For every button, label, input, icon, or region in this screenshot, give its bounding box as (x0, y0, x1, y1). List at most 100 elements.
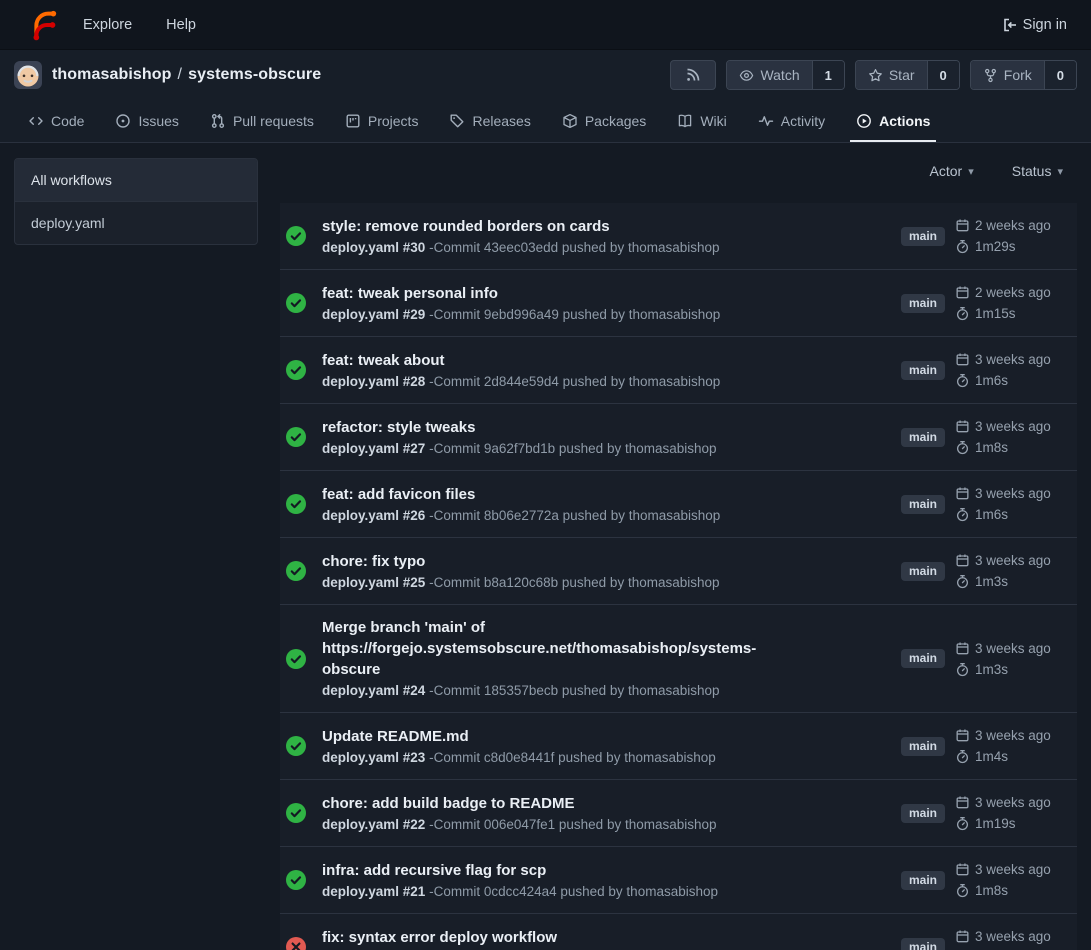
check-circle-icon (286, 736, 306, 756)
tab-label: Pull requests (233, 113, 314, 129)
run-row[interactable]: chore: add build badge to README deploy.… (280, 779, 1077, 846)
run-row[interactable]: feat: tweak about deploy.yaml #28 -Commi… (280, 336, 1077, 403)
run-meta: main 2 weeks ago 1m15s (901, 282, 1075, 324)
star-label: Star (889, 67, 915, 83)
run-title-link[interactable]: infra: add recursive flag for scp (322, 860, 792, 881)
run-title-link[interactable]: feat: tweak about (322, 350, 792, 371)
run-duration: 1m8s (975, 880, 1008, 901)
sidebar-item-deploy-yaml[interactable]: deploy.yaml (15, 201, 257, 244)
run-commit-info: -Commit 8b06e2772a pushed by thomasabish… (429, 508, 720, 523)
run-row[interactable]: infra: add recursive flag for scp deploy… (280, 846, 1077, 913)
run-list: style: remove rounded borders on cards d… (280, 203, 1077, 950)
run-meta: main 3 weeks ago 1m4s (901, 725, 1075, 767)
tab-wiki[interactable]: Wiki (669, 100, 734, 142)
nav-link-explore[interactable]: Explore (83, 17, 132, 33)
nav-link-help[interactable]: Help (166, 17, 196, 33)
run-title-link[interactable]: refactor: style tweaks (322, 417, 792, 438)
run-commit-info: -Commit 9a62f7bd1b pushed by thomasabish… (429, 441, 716, 456)
branch-badge[interactable]: main (901, 562, 945, 581)
tab-label: Issues (138, 113, 178, 129)
run-row[interactable]: refactor: style tweaks deploy.yaml #27 -… (280, 403, 1077, 470)
branch-badge[interactable]: main (901, 737, 945, 756)
star-count[interactable]: 0 (927, 61, 959, 89)
run-title-link[interactable]: feat: add favicon files (322, 484, 792, 505)
workflow-sidebar: All workflows deploy.yaml (14, 158, 258, 245)
run-date: 3 weeks ago (975, 859, 1051, 880)
chevron-down-icon: ▾ (968, 165, 974, 178)
run-date-line: 3 weeks ago (955, 550, 1075, 571)
tag-icon (449, 113, 465, 129)
run-main: feat: tweak personal info deploy.yaml #2… (322, 283, 885, 324)
run-title-link[interactable]: fix: syntax error deploy workflow (322, 927, 792, 948)
run-meta: main 3 weeks ago 1m6s (901, 483, 1075, 525)
tab-label: Releases (472, 113, 530, 129)
repo-name-link[interactable]: systems-obscure (188, 66, 321, 83)
branch-badge[interactable]: main (901, 361, 945, 380)
run-duration: 1m3s (975, 571, 1008, 592)
run-row[interactable]: feat: add favicon files deploy.yaml #26 … (280, 470, 1077, 537)
run-title-link[interactable]: feat: tweak personal info (322, 283, 792, 304)
fork-count[interactable]: 0 (1044, 61, 1076, 89)
watch-label-segment[interactable]: Watch (727, 61, 811, 89)
run-title-link[interactable]: chore: fix typo (322, 551, 792, 572)
run-row[interactable]: Merge branch 'main' of https://forgejo.s… (280, 604, 1077, 712)
run-duration: 1m29s (975, 236, 1016, 257)
calendar-icon (955, 486, 970, 501)
filter-row: Actor ▾ Status ▾ (280, 157, 1077, 179)
actor-filter-dropdown[interactable]: Actor ▾ (930, 163, 974, 179)
run-row[interactable]: fix: syntax error deploy workflow deploy… (280, 913, 1077, 950)
run-title-link[interactable]: style: remove rounded borders on cards (322, 216, 792, 237)
tab-code[interactable]: Code (20, 100, 92, 142)
branch-badge[interactable]: main (901, 428, 945, 447)
run-title-link[interactable]: chore: add build badge to README (322, 793, 792, 814)
run-subtitle: deploy.yaml #23 -Commit c8d0e8441f pushe… (322, 748, 885, 767)
run-title-link[interactable]: Merge branch 'main' of https://forgejo.s… (322, 617, 792, 680)
run-times: 2 weeks ago 1m15s (955, 282, 1075, 324)
tab-label: Projects (368, 113, 419, 129)
branch-badge[interactable]: main (901, 871, 945, 890)
run-duration: 1m15s (975, 303, 1016, 324)
fork-label-segment[interactable]: Fork (971, 61, 1044, 89)
run-row[interactable]: style: remove rounded borders on cards d… (280, 203, 1077, 269)
run-title-link[interactable]: Update README.md (322, 726, 792, 747)
branch-badge[interactable]: main (901, 227, 945, 246)
watch-button[interactable]: Watch 1 (726, 60, 844, 90)
run-meta: main 3 weeks ago 1m3s (901, 550, 1075, 592)
run-date: 3 weeks ago (975, 416, 1051, 437)
tab-actions[interactable]: Actions (848, 100, 938, 142)
watch-count[interactable]: 1 (812, 61, 844, 89)
run-workflow-number: deploy.yaml #25 (322, 575, 425, 590)
branch-badge[interactable]: main (901, 294, 945, 313)
sidebar-item-all-workflows[interactable]: All workflows (15, 159, 257, 201)
avatar[interactable] (14, 61, 42, 89)
run-main: infra: add recursive flag for scp deploy… (322, 860, 885, 901)
branch-badge[interactable]: main (901, 495, 945, 514)
forgejo-logo-icon[interactable] (27, 8, 61, 42)
fork-button[interactable]: Fork 0 (970, 60, 1077, 90)
status-filter-dropdown[interactable]: Status ▾ (1012, 163, 1063, 179)
tab-pull-requests[interactable]: Pull requests (202, 100, 322, 142)
branch-badge[interactable]: main (901, 938, 945, 950)
rss-button[interactable] (670, 60, 716, 90)
run-row[interactable]: feat: tweak personal info deploy.yaml #2… (280, 269, 1077, 336)
tab-issues[interactable]: Issues (107, 100, 186, 142)
tab-activity[interactable]: Activity (750, 100, 833, 142)
branch-badge[interactable]: main (901, 804, 945, 823)
repo-owner-link[interactable]: thomasabishop (52, 66, 172, 83)
run-meta: main 3 weeks ago 1m8s (901, 416, 1075, 458)
run-duration: 1m6s (975, 370, 1008, 391)
run-status (286, 649, 306, 669)
tab-releases[interactable]: Releases (441, 100, 538, 142)
run-row[interactable]: Update README.md deploy.yaml #23 -Commit… (280, 712, 1077, 779)
star-label-segment[interactable]: Star (856, 61, 927, 89)
check-circle-icon (286, 427, 306, 447)
tab-projects[interactable]: Projects (337, 100, 427, 142)
run-duration-line: 1m29s (955, 236, 1075, 257)
sign-in-button[interactable]: Sign in (1002, 17, 1067, 33)
star-button[interactable]: Star 0 (855, 60, 960, 90)
play-circle-icon (856, 113, 872, 129)
branch-badge[interactable]: main (901, 649, 945, 668)
stopwatch-icon (955, 749, 970, 764)
tab-packages[interactable]: Packages (554, 100, 654, 142)
run-row[interactable]: chore: fix typo deploy.yaml #25 -Commit … (280, 537, 1077, 604)
